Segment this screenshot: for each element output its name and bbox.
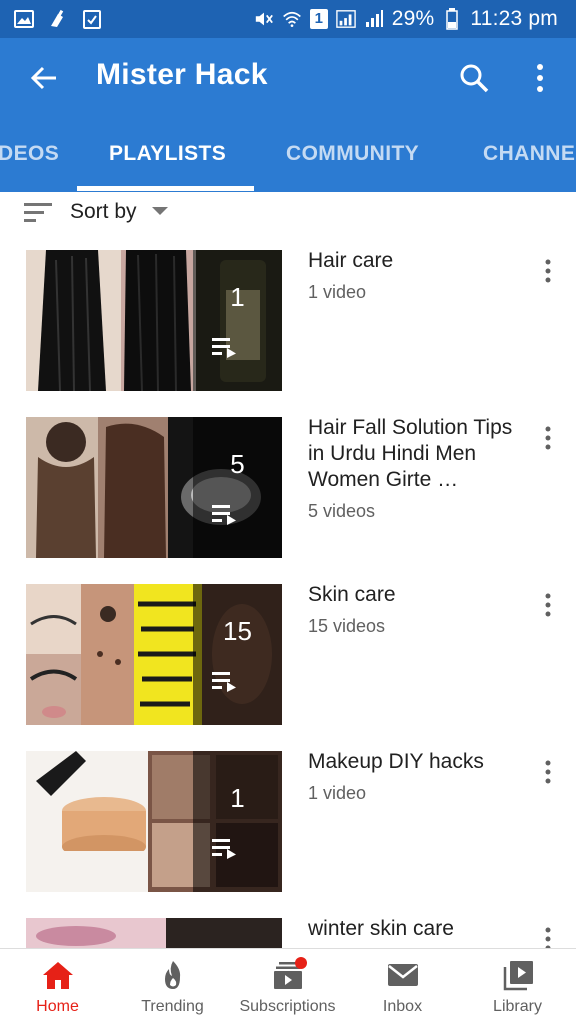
- channel-tabs: DEOS PLAYLISTS COMMUNITY CHANNEL: [0, 118, 576, 192]
- tab-videos[interactable]: DEOS: [0, 142, 59, 166]
- mute-icon: [254, 9, 274, 29]
- status-bar: 1 29% 11:23 pm: [0, 0, 576, 38]
- library-icon: [503, 961, 533, 991]
- signal-icon-1: [335, 9, 356, 29]
- battery-icon: [442, 8, 462, 30]
- video-count-overlay: 1: [230, 783, 245, 813]
- more-vert-icon: [545, 593, 551, 617]
- thumbnail-overlay: [193, 584, 282, 725]
- video-count-overlay: 1: [230, 282, 245, 312]
- tab-channels[interactable]: CHANNEL: [483, 142, 576, 166]
- cleaner-icon: [48, 9, 68, 29]
- playlist-icon: [212, 672, 236, 692]
- playlist-title: winter skin care: [308, 918, 454, 940]
- nav-label-library: Library: [493, 998, 542, 1015]
- more-vert-icon: [545, 927, 551, 948]
- playlist-thumbnail[interactable]: 1: [26, 250, 282, 391]
- playlist-item[interactable]: 5 Hair Fall Solution Tips in Urdu Hindi …: [0, 416, 576, 567]
- home-icon: [43, 962, 73, 989]
- sim-badge: 1: [309, 9, 328, 29]
- nav-subscriptions[interactable]: Subscriptions: [230, 949, 345, 1025]
- playlist-more-button[interactable]: [536, 926, 560, 948]
- clock: 11:23 pm: [470, 7, 558, 30]
- playlist-video-count: 15 videos: [308, 616, 386, 636]
- playlist-title: Skin care: [308, 583, 396, 606]
- gallery-icon: [14, 9, 34, 29]
- playlist-title: Makeup DIY hacks: [308, 750, 484, 773]
- playlist-icon: [212, 338, 236, 358]
- more-vert-icon: [537, 64, 543, 92]
- more-vert-icon: [545, 426, 551, 450]
- nav-inbox[interactable]: Inbox: [345, 949, 460, 1025]
- signal-icon-2: [364, 9, 384, 29]
- battery-percent: 29%: [391, 7, 435, 30]
- search-icon: [460, 64, 489, 93]
- tab-playlists[interactable]: PLAYLISTS: [109, 142, 226, 166]
- wifi-icon: [282, 9, 302, 29]
- nav-trending[interactable]: Trending: [115, 949, 230, 1025]
- video-count-overlay: 5: [230, 449, 245, 479]
- playlist-thumbnail[interactable]: 5: [26, 417, 282, 558]
- nav-label-inbox: Inbox: [382, 998, 423, 1015]
- playlist-icon: [212, 839, 236, 859]
- thumbnail-overlay: [193, 751, 282, 892]
- playlist-icon: [212, 505, 236, 525]
- playlist-title: Hair care: [308, 249, 394, 272]
- notification-dot: [295, 957, 307, 969]
- playlist-item[interactable]: winter skin care: [0, 918, 576, 948]
- back-arrow-icon: [30, 66, 56, 90]
- active-tab-indicator: [77, 186, 254, 191]
- sort-by-control[interactable]: Sort by: [0, 192, 576, 236]
- video-count-overlay: 15: [223, 616, 252, 646]
- nav-label-subscriptions: Subscriptions: [239, 998, 336, 1015]
- playlist-thumbnail[interactable]: 15: [26, 584, 282, 725]
- thumbnail-overlay: [193, 250, 282, 391]
- playlist-video-count: 1 video: [308, 282, 367, 302]
- playlist-video-count: 5 videos: [308, 501, 376, 521]
- sort-icon: [24, 203, 52, 222]
- nav-label-home: Home: [36, 998, 79, 1015]
- dropdown-caret-icon: [152, 207, 168, 215]
- sort-by-label: Sort by: [70, 200, 137, 223]
- nav-home[interactable]: Home: [0, 949, 115, 1025]
- playlist-item[interactable]: 15 Skin care 15 videos: [0, 583, 576, 734]
- back-button[interactable]: [26, 60, 62, 96]
- more-options-button[interactable]: [522, 60, 558, 96]
- app-bar: Mister Hack: [0, 38, 576, 118]
- nav-library[interactable]: Library: [460, 949, 575, 1025]
- playlist-more-button[interactable]: [536, 425, 560, 451]
- playlist-video-count: 1 video: [308, 783, 367, 803]
- more-vert-icon: [545, 259, 551, 283]
- checklist-icon: [82, 9, 102, 29]
- playlist-more-button[interactable]: [536, 592, 560, 618]
- thumbnail-image: [26, 918, 282, 948]
- playlist-item[interactable]: 1 Makeup DIY hacks 1 video: [0, 750, 576, 901]
- mail-icon: [388, 964, 418, 986]
- playlist-thumbnail[interactable]: [26, 918, 282, 948]
- search-button[interactable]: [456, 60, 492, 96]
- playlist-more-button[interactable]: [536, 759, 560, 785]
- tab-community[interactable]: COMMUNITY: [286, 142, 419, 166]
- playlist-thumbnail[interactable]: 1: [26, 751, 282, 892]
- channel-title: Mister Hack: [96, 58, 268, 91]
- thumbnail-overlay: [193, 417, 282, 558]
- nav-label-trending: Trending: [141, 998, 204, 1015]
- playlist-item[interactable]: 1 Hair care 1 video: [0, 249, 576, 400]
- playlist-title: Hair Fall Solution Tips in Urdu Hindi Me…: [308, 416, 513, 491]
- more-vert-icon: [545, 760, 551, 784]
- bottom-navigation: Home Trending Subscriptions Inbox Librar…: [0, 948, 576, 1025]
- flame-icon: [165, 961, 181, 989]
- playlist-more-button[interactable]: [536, 258, 560, 284]
